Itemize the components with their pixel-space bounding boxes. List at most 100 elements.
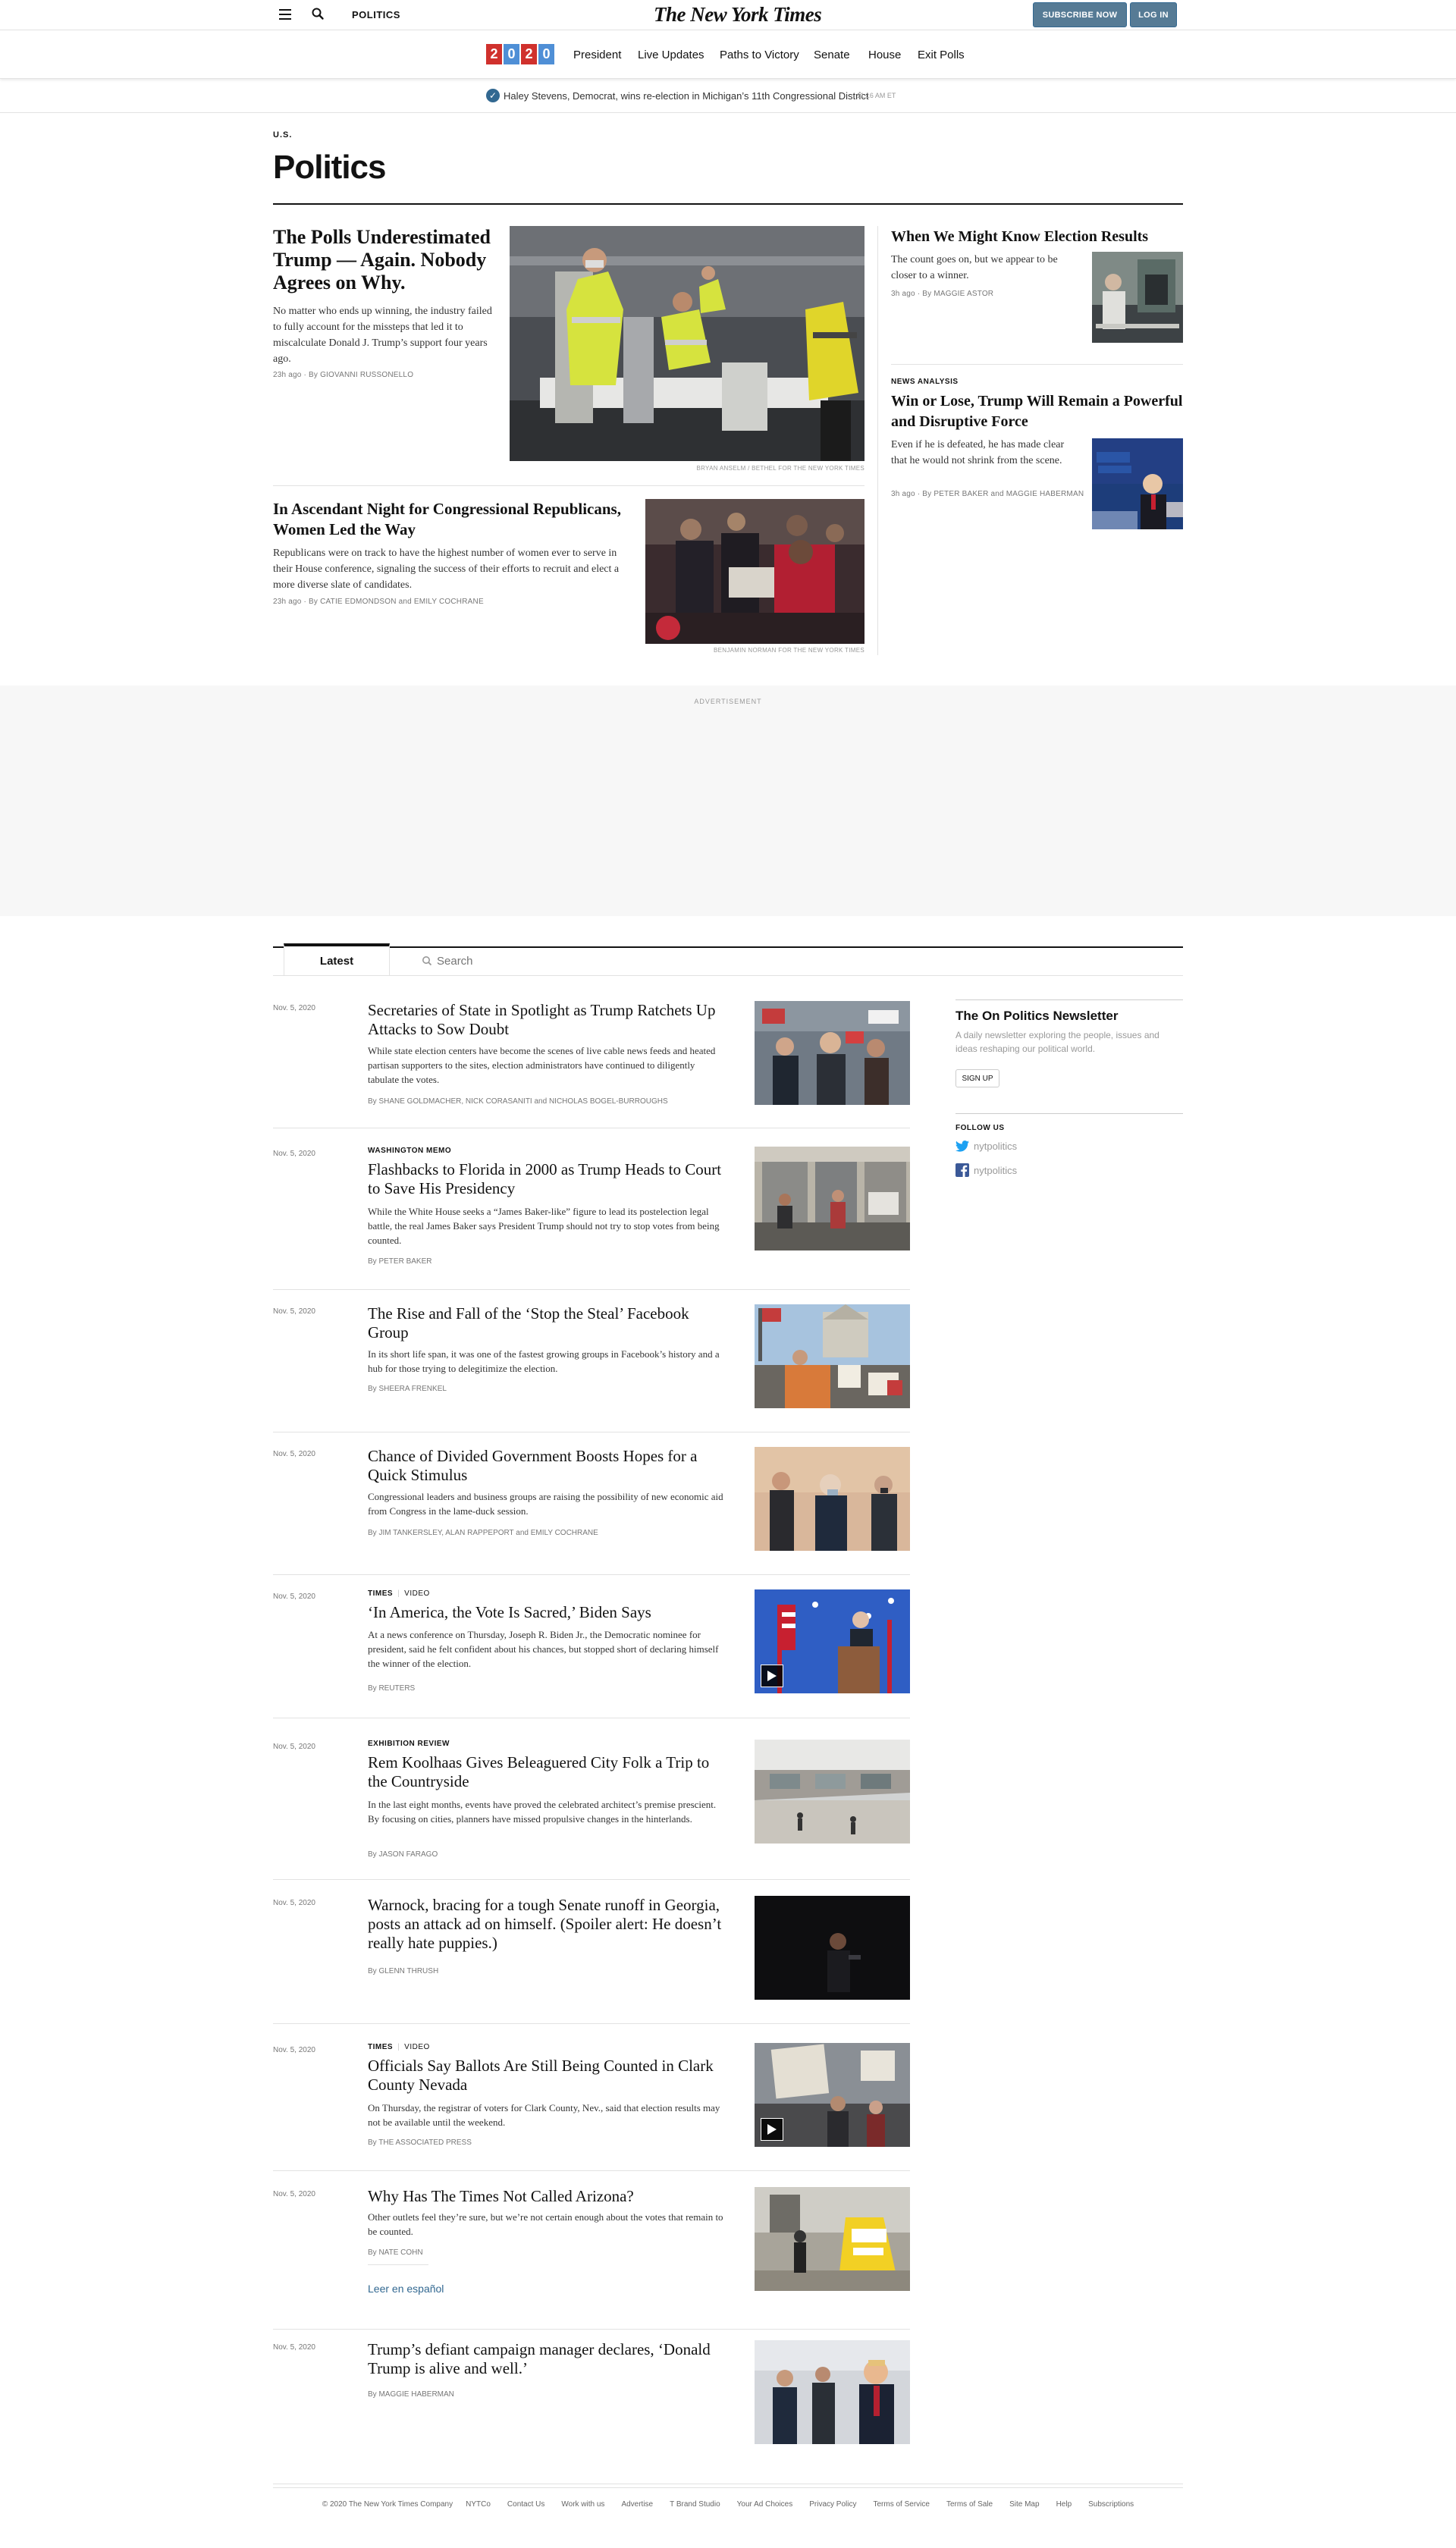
logo-digit: 2: [486, 44, 502, 64]
login-button[interactable]: LOG IN: [1130, 2, 1177, 27]
nav-house[interactable]: House: [868, 49, 901, 61]
right-story-1-headline[interactable]: When We Might Know Election Results: [891, 228, 1183, 246]
story-byline: By REUTERS: [368, 1684, 416, 1693]
story-headline[interactable]: Rem Koolhaas Gives Beleaguered City Folk…: [368, 1753, 732, 1791]
twitter-handle: nytpolitics: [974, 1141, 1018, 1152]
twitter-link[interactable]: nytpolitics: [956, 1141, 1017, 1152]
story-item[interactable]: Nov. 5, 2020 Why Has The Times Not Calle…: [273, 2187, 910, 2308]
play-video-icon[interactable]: [761, 2118, 783, 2141]
footer-link-nytco[interactable]: NYTCo: [466, 2500, 491, 2509]
nav-live-updates[interactable]: Live Updates: [638, 49, 704, 61]
story-headline[interactable]: Secretaries of State in Spotlight as Tru…: [368, 1001, 732, 1039]
kicker-video: VIDEO: [404, 2043, 430, 2051]
story-photo[interactable]: [755, 1147, 910, 1250]
story-date: Nov. 5, 2020: [273, 2343, 315, 2352]
footer-link-adchoices[interactable]: Your Ad Choices: [737, 2500, 793, 2509]
story-headline[interactable]: Trump’s defiant campaign manager declare…: [368, 2340, 732, 2378]
advertisement-label: ADVERTISEMENT: [694, 698, 762, 705]
nav-president[interactable]: President: [573, 49, 621, 61]
story-summary: While state election centers have become…: [368, 1045, 716, 1085]
story-kicker[interactable]: WASHINGTON MEMO: [368, 1147, 451, 1155]
rally-crowd-photo: [755, 1001, 910, 1105]
lead-story-headline[interactable]: The Polls Underestimated Trump — Again. …: [273, 226, 500, 294]
subscribe-button[interactable]: SUBSCRIBE NOW: [1033, 2, 1127, 27]
right-story-2-kicker[interactable]: NEWS ANALYSIS: [891, 378, 959, 386]
nav-senate[interactable]: Senate: [814, 49, 850, 61]
story-photo[interactable]: [755, 2340, 910, 2444]
story-photo[interactable]: [755, 1001, 910, 1105]
story-photo[interactable]: [755, 1447, 910, 1551]
second-story-photo[interactable]: [645, 499, 864, 644]
lead-story-meta: 23h ago · By GIOVANNI RUSSONELLO: [273, 371, 414, 379]
nav-paths-to-victory[interactable]: Paths to Victory: [720, 49, 799, 61]
story-headline[interactable]: Officials Say Ballots Are Still Being Co…: [368, 2057, 732, 2095]
story-item[interactable]: Nov. 5, 2020 EXHIBITION REVIEW Rem Koolh…: [273, 1740, 910, 1861]
footer-link-sitemap[interactable]: Site Map: [1009, 2500, 1039, 2509]
story-kicker[interactable]: TIMES | VIDEO: [368, 1589, 430, 1598]
story-item[interactable]: Nov. 5, 2020 The Rise and Fall of the ‘S…: [273, 1304, 910, 1418]
live-result-text[interactable]: Haley Stevens, Democrat, wins re-electio…: [504, 90, 868, 102]
footer-link-privacy[interactable]: Privacy Policy: [809, 2500, 856, 2509]
hamburger-menu-icon[interactable]: [279, 9, 291, 20]
tab-latest[interactable]: Latest: [284, 943, 390, 975]
footer-link-terms-service[interactable]: Terms of Service: [873, 2500, 929, 2509]
kicker-separator: |: [397, 1589, 400, 1598]
story-item[interactable]: Nov. 5, 2020 TIMES | VIDEO ‘In America, th…: [273, 1589, 910, 1703]
story-headline[interactable]: ‘In America, the Vote Is Sacred,’ Biden …: [368, 1603, 732, 1622]
right-story-2-photo[interactable]: [1092, 438, 1183, 529]
story-headline[interactable]: Flashbacks to Florida in 2000 as Trump H…: [368, 1160, 732, 1198]
story-headline[interactable]: Why Has The Times Not Called Arizona?: [368, 2187, 732, 2206]
spanish-link[interactable]: Leer en español: [368, 2283, 444, 2295]
advertisement-block[interactable]: ADVERTISEMENT: [0, 686, 1456, 916]
facebook-link[interactable]: nytpolitics: [956, 1163, 1017, 1177]
story-video[interactable]: [755, 1589, 910, 1693]
second-story-headline[interactable]: In Ascendant Night for Congressional Rep…: [273, 499, 629, 540]
divider: [273, 485, 864, 486]
story-photo[interactable]: [755, 1304, 910, 1408]
footer-link-tbrand[interactable]: T Brand Studio: [670, 2500, 720, 2509]
second-story-meta: 23h ago · By CATIE EDMONDSON and EMILY C…: [273, 598, 484, 606]
nav-exit-polls[interactable]: Exit Polls: [918, 49, 965, 61]
story-video[interactable]: [755, 2043, 910, 2147]
story-item[interactable]: Nov. 5, 2020 Warnock, bracing for a toug…: [273, 1896, 910, 2010]
story-kicker[interactable]: TIMES | VIDEO: [368, 2043, 430, 2051]
story-item[interactable]: Nov. 5, 2020 Secretaries of State in Spo…: [273, 1001, 910, 1115]
story-item[interactable]: Nov. 5, 2020 Chance of Divided Governmen…: [273, 1447, 910, 1561]
search-input[interactable]: [437, 954, 710, 968]
story-photo[interactable]: [755, 1740, 910, 1844]
story-headline[interactable]: Chance of Divided Government Boosts Hope…: [368, 1447, 732, 1485]
facebook-icon: [956, 1163, 969, 1177]
play-video-icon[interactable]: [761, 1665, 783, 1687]
search-field[interactable]: [422, 952, 725, 969]
story-kicker[interactable]: EXHIBITION REVIEW: [368, 1740, 450, 1748]
footer-link-terms-sale[interactable]: Terms of Sale: [946, 2500, 993, 2509]
story-photo[interactable]: [755, 1896, 910, 2000]
story-date: Nov. 5, 2020: [273, 2190, 315, 2198]
story-byline: By JASON FARAGO: [368, 1850, 438, 1859]
election-2020-logo[interactable]: 2 0 2 0: [486, 44, 556, 64]
right-story-2-headline[interactable]: Win or Lose, Trump Will Remain a Powerfu…: [891, 391, 1183, 432]
right-story-1-photo[interactable]: [1092, 252, 1183, 343]
twitter-icon: [956, 1141, 969, 1152]
section-kicker[interactable]: U.S.: [273, 130, 292, 140]
newsletter-signup-button[interactable]: SIGN UP: [956, 1069, 999, 1087]
story-photo[interactable]: [755, 2187, 910, 2291]
nyt-logo[interactable]: The New York Times: [654, 3, 822, 27]
footer-link-subscriptions[interactable]: Subscriptions: [1088, 2500, 1134, 2509]
footer-link-help[interactable]: Help: [1056, 2500, 1072, 2509]
lead-story-photo[interactable]: [510, 226, 864, 461]
story-byline: By THE ASSOCIATED PRESS: [368, 2138, 472, 2147]
footer-link-advertise[interactable]: Advertise: [621, 2500, 653, 2509]
right-story-1-meta: 3h ago · By MAGGIE ASTOR: [891, 290, 994, 298]
search-icon[interactable]: [311, 7, 325, 20]
footer-link-contact[interactable]: Contact Us: [507, 2500, 544, 2509]
live-results-bar[interactable]: ✓ Haley Stevens, Democrat, wins re-elect…: [0, 80, 1456, 113]
story-byline: By PETER BAKER: [368, 1257, 432, 1266]
footer-link-work[interactable]: Work with us: [561, 2500, 604, 2509]
story-headline[interactable]: The Rise and Fall of the ‘Stop the Steal…: [368, 1304, 732, 1342]
story-item[interactable]: Nov. 5, 2020 WASHINGTON MEMO Flashbacks …: [273, 1147, 910, 1268]
story-item[interactable]: Nov. 5, 2020 TIMES | VIDEO Officials Say B…: [273, 2043, 910, 2157]
section-label[interactable]: POLITICS: [352, 9, 400, 20]
story-item[interactable]: Nov. 5, 2020 Trump’s defiant campaign ma…: [273, 2340, 910, 2454]
story-headline[interactable]: Warnock, bracing for a tough Senate runo…: [368, 1896, 732, 1953]
